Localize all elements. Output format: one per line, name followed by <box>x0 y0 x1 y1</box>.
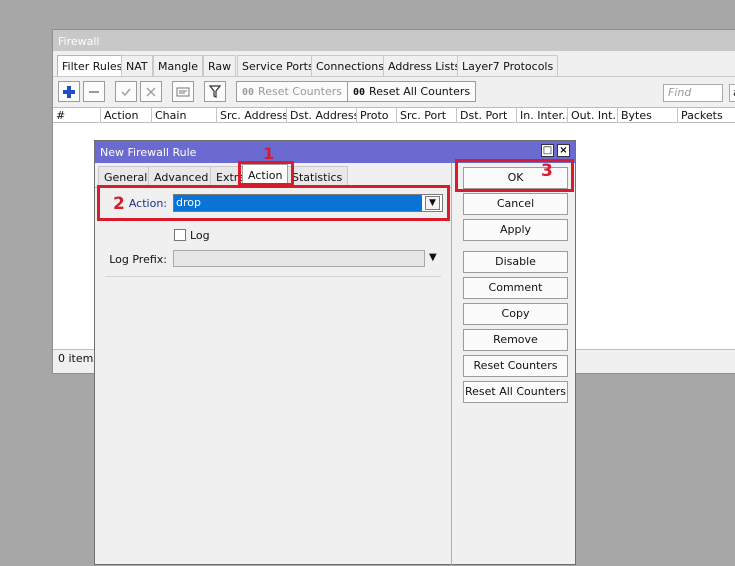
col-proto[interactable]: Proto <box>357 108 397 123</box>
tab-connections[interactable]: Connections <box>311 55 389 76</box>
add-button[interactable] <box>58 81 80 102</box>
window-title: Firewall <box>53 30 735 51</box>
step-2-label: 2 <box>113 194 125 214</box>
log-prefix-input[interactable] <box>173 250 425 267</box>
find-input[interactable]: Find <box>663 84 723 102</box>
col-dst-port[interactable]: Dst. Port <box>457 108 517 123</box>
col-src-port[interactable]: Src. Port <box>397 108 457 123</box>
remove-button[interactable] <box>83 81 105 102</box>
tab-nat[interactable]: NAT <box>121 55 153 76</box>
disable-button[interactable]: Disable <box>463 251 568 273</box>
tab-general[interactable]: General <box>98 166 154 187</box>
enable-icon <box>121 88 131 96</box>
highlight-ok-button <box>455 159 574 192</box>
reset-all-counters-label: Reset All Counters <box>369 85 471 98</box>
find-scope-button[interactable]: a <box>729 84 735 102</box>
section-divider <box>105 276 441 277</box>
copy-button[interactable]: Copy <box>463 303 568 325</box>
col-action[interactable]: Action <box>101 108 152 123</box>
log-checkbox[interactable] <box>174 229 186 241</box>
disable-icon <box>146 86 156 97</box>
tab-filter-rules[interactable]: Filter Rules <box>57 55 128 76</box>
tab-layer7-protocols[interactable]: Layer7 Protocols <box>457 55 559 76</box>
tab-divider <box>53 76 735 77</box>
apply-button[interactable]: Apply <box>463 219 568 241</box>
tab-statistics[interactable]: Statistics <box>286 166 349 187</box>
reset-counters-button[interactable]: Reset Counters <box>463 355 568 377</box>
comment-button[interactable]: Comment <box>463 277 568 299</box>
tab-service-ports[interactable]: Service Ports <box>237 55 319 76</box>
highlight-action-tab <box>238 161 294 186</box>
filter-button[interactable] <box>204 81 226 102</box>
add-icon <box>63 85 75 98</box>
tab-address-lists[interactable]: Address Lists <box>383 55 466 76</box>
col-src-address[interactable]: Src. Address <box>217 108 287 123</box>
dropdown-arrow-icon[interactable]: ▼ <box>429 252 437 263</box>
reset-counters-button[interactable]: 00 Reset Counters <box>236 81 348 102</box>
col-in-interface[interactable]: In. Inter... <box>517 108 568 123</box>
filter-icon <box>209 85 221 98</box>
comment-button[interactable] <box>172 81 194 102</box>
reset-counters-label: Reset Counters <box>258 85 342 98</box>
log-prefix-label: Log Prefix: <box>109 253 167 266</box>
remove-button[interactable]: Remove <box>463 329 568 351</box>
remove-icon <box>89 90 99 93</box>
col-dst-address[interactable]: Dst. Address <box>287 108 357 123</box>
enable-button[interactable] <box>115 81 137 102</box>
reset-all-counters-button[interactable]: 00 Reset All Counters <box>347 81 477 102</box>
panel-separator <box>451 163 452 566</box>
reset-all-counters-button[interactable]: Reset All Counters <box>463 381 568 403</box>
tab-raw[interactable]: Raw <box>203 55 237 76</box>
col-chain[interactable]: Chain <box>152 108 217 123</box>
step-3-label: 3 <box>541 161 553 181</box>
col-out-interface[interactable]: Out. Int... <box>568 108 618 123</box>
counter-icon: 00 <box>242 87 255 98</box>
maximize-icon[interactable]: □ <box>541 144 554 157</box>
counter-icon: 00 <box>353 87 366 98</box>
step-1-label: 1 <box>263 144 275 163</box>
log-label: Log <box>190 229 210 242</box>
close-icon[interactable]: × <box>557 144 570 157</box>
col-packets[interactable]: Packets <box>678 108 735 123</box>
cancel-button[interactable]: Cancel <box>463 193 568 215</box>
highlight-action-field <box>97 185 450 221</box>
tab-advanced[interactable]: Advanced <box>148 166 215 187</box>
disable-button[interactable] <box>140 81 162 102</box>
col-number[interactable]: # <box>53 108 101 123</box>
col-bytes[interactable]: Bytes <box>618 108 678 123</box>
tab-mangle[interactable]: Mangle <box>153 55 204 76</box>
comment-icon <box>176 87 190 96</box>
table-header: # Action Chain Src. Address Dst. Address… <box>53 107 735 123</box>
